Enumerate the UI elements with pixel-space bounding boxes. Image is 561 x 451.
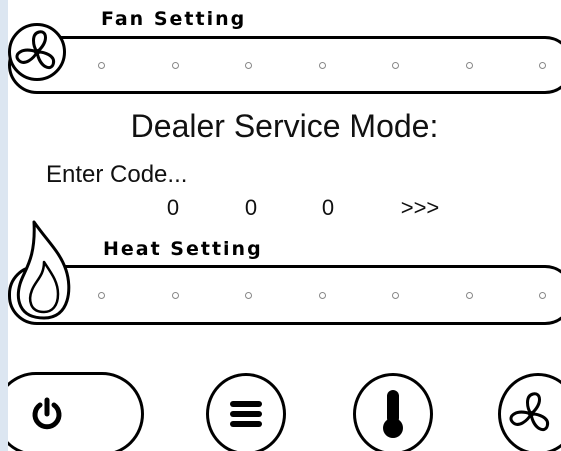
fan-mode-button[interactable]: [498, 373, 561, 451]
fan-setting-label: Fan Setting: [101, 8, 247, 30]
fan-level-dot[interactable]: [98, 62, 105, 69]
heat-level-dot[interactable]: [465, 292, 473, 299]
heat-level-dot[interactable]: [318, 292, 326, 299]
menu-icon: [230, 401, 262, 427]
heat-level-dots: [81, 268, 561, 322]
screen: Fan Setting Dealer Service Mode: Enter C…: [8, 0, 561, 451]
fan-level-dot[interactable]: [392, 62, 399, 69]
code-digit-2[interactable]: 0: [236, 197, 266, 219]
flame-icon-glyph: [16, 220, 71, 320]
fan-icon: [8, 23, 66, 81]
code-next-button[interactable]: >>>: [390, 197, 450, 219]
page-title: Dealer Service Mode:: [130, 108, 439, 144]
fan-level-dot[interactable]: [171, 62, 179, 69]
fan-level-dot[interactable]: [465, 62, 473, 69]
fan-level-dot[interactable]: [318, 62, 326, 69]
temperature-button[interactable]: [353, 373, 433, 451]
heat-level-dot[interactable]: [392, 292, 399, 299]
heat-setting-slider[interactable]: [8, 265, 561, 325]
heat-level-dot[interactable]: [98, 292, 105, 299]
power-icon: [32, 397, 62, 430]
power-button[interactable]: [8, 372, 144, 451]
code-digits: 0 0 0 >>>: [8, 197, 561, 227]
fan-setting-slider[interactable]: [8, 36, 561, 94]
fan-level-dot[interactable]: [539, 62, 546, 69]
heat-setting-label: Heat Setting: [103, 238, 263, 260]
thermometer-icon: [383, 390, 403, 438]
heat-level-dot[interactable]: [539, 292, 546, 299]
heat-level-dot[interactable]: [171, 292, 179, 299]
code-prompt: Enter Code...: [46, 161, 188, 188]
flame-icon: [8, 218, 78, 323]
heat-level-dot[interactable]: [245, 292, 252, 299]
fan-icon-glyph: [15, 30, 56, 70]
fan-mode-icon: [509, 392, 550, 432]
menu-button[interactable]: [206, 373, 286, 451]
fan-level-dot[interactable]: [245, 62, 252, 69]
code-digit-1[interactable]: 0: [158, 197, 188, 219]
fan-level-dots: [81, 39, 561, 91]
code-digit-3[interactable]: 0: [313, 197, 343, 219]
